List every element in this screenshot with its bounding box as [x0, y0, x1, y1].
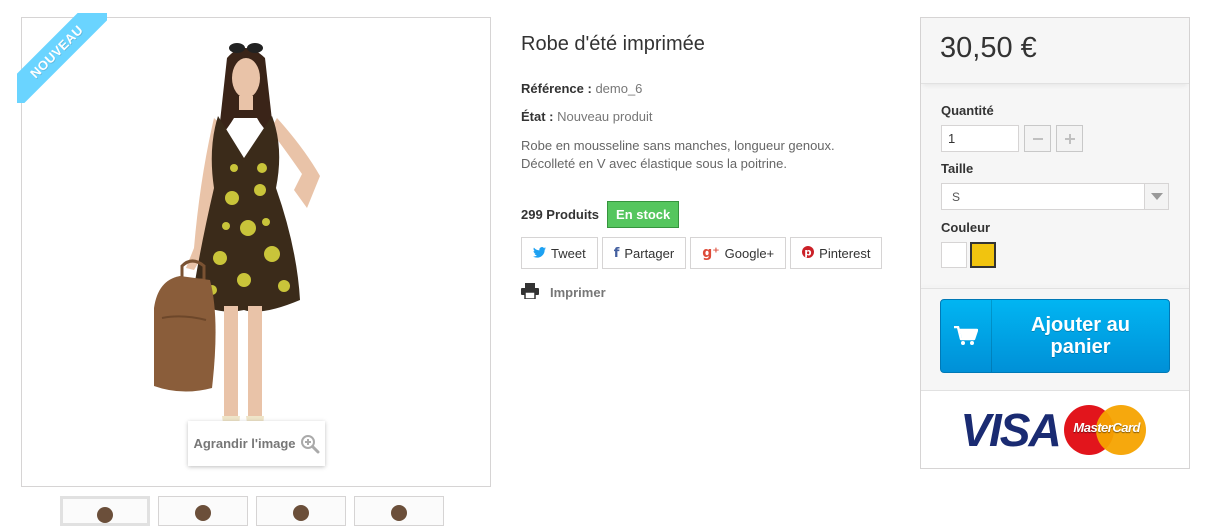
zoom-in-icon [300, 434, 320, 453]
add-to-cart-label: Ajouter au panier [1031, 314, 1130, 358]
product-info: Robe d'été imprimée Référence : demo_6 É… [521, 33, 891, 302]
description-line: Décolleté en V avec élastique sous la po… [521, 156, 787, 171]
google-plus-label: Google+ [724, 245, 775, 261]
minus-icon [1032, 137, 1043, 140]
thumbnail[interactable] [60, 496, 150, 526]
condition-label: État : [521, 109, 554, 124]
thumbnail-strip [60, 496, 444, 526]
pinterest-button[interactable]: p Pinterest [790, 237, 883, 269]
description-line: Robe en mousseline sans manches, longueu… [521, 138, 835, 153]
color-label: Couleur [941, 220, 991, 235]
quantity-increase-button[interactable] [1056, 125, 1083, 152]
buy-box: 30,50 € Quantité 1 Taille S Couleur Ajou… [920, 17, 1190, 469]
color-swatch[interactable] [970, 242, 996, 268]
size-value: S [952, 189, 961, 204]
print-link[interactable]: Imprimer [521, 283, 891, 302]
thumbnail[interactable] [354, 496, 444, 526]
product-price: 30,50 € [940, 32, 1037, 64]
payment-logos: VISA MasterCard [921, 390, 1189, 468]
tweet-label: Tweet [551, 245, 586, 261]
product-attributes: Quantité 1 Taille S Couleur [921, 84, 1189, 268]
zoom-label: Agrandir l'image [193, 436, 296, 451]
zoom-button[interactable]: Agrandir l'image [188, 421, 325, 466]
print-label: Imprimer [550, 285, 606, 300]
quantity-row: 1 [941, 125, 1169, 152]
tweet-button[interactable]: Tweet [521, 237, 598, 269]
facebook-icon: f [613, 245, 620, 261]
new-ribbon: Nouveau [17, 13, 107, 103]
add-to-cart-button[interactable]: Ajouter au panier [940, 299, 1170, 373]
reference-label: Référence : [521, 81, 592, 96]
product-description: Robe en mousseline sans manches, longueu… [521, 137, 891, 173]
reference-value: demo_6 [595, 81, 643, 96]
google-plus-button[interactable]: g⁺ Google+ [690, 237, 787, 269]
plus-icon [1064, 133, 1075, 144]
thumbnail[interactable] [158, 496, 248, 526]
product-reference: Référence : demo_6 [521, 81, 891, 96]
cart-area: Ajouter au panier [921, 289, 1189, 373]
stock-row: 299 Produits En stock [521, 201, 891, 228]
product-condition: État : Nouveau produit [521, 109, 891, 124]
visa-logo: VISA [960, 403, 1061, 456]
mastercard-logo: MasterCard [1063, 404, 1150, 455]
facebook-share-label: Partager [624, 245, 675, 261]
quantity-decrease-button[interactable] [1024, 125, 1051, 152]
quantity-input[interactable]: 1 [941, 125, 1019, 152]
quantity-label: Quantité [941, 103, 994, 118]
stock-badge: En stock [607, 201, 680, 228]
facebook-share-button[interactable]: f Partager [601, 237, 687, 269]
color-swatches [941, 242, 1169, 268]
quantity-available: 299 Produits [521, 207, 600, 222]
svg-text:p: p [805, 247, 812, 258]
condition-value: Nouveau produit [557, 109, 653, 124]
product-title: Robe d'été imprimée [521, 33, 705, 55]
printer-icon [521, 283, 539, 302]
chevron-down-icon [1144, 184, 1168, 209]
cart-icon [941, 300, 992, 372]
share-buttons: Tweet f Partager g⁺ Google+ p Pinterest [521, 237, 891, 269]
new-badge: Nouveau [17, 13, 107, 103]
size-select[interactable]: S [941, 183, 1169, 210]
size-label: Taille [941, 161, 974, 176]
color-swatch[interactable] [941, 242, 967, 268]
thumbnail[interactable] [256, 496, 346, 526]
price-area: 30,50 € [921, 18, 1189, 84]
google-plus-icon: g⁺ [702, 245, 720, 261]
twitter-icon [533, 246, 546, 261]
pinterest-label: Pinterest [819, 245, 871, 261]
pinterest-icon: p [802, 245, 815, 261]
